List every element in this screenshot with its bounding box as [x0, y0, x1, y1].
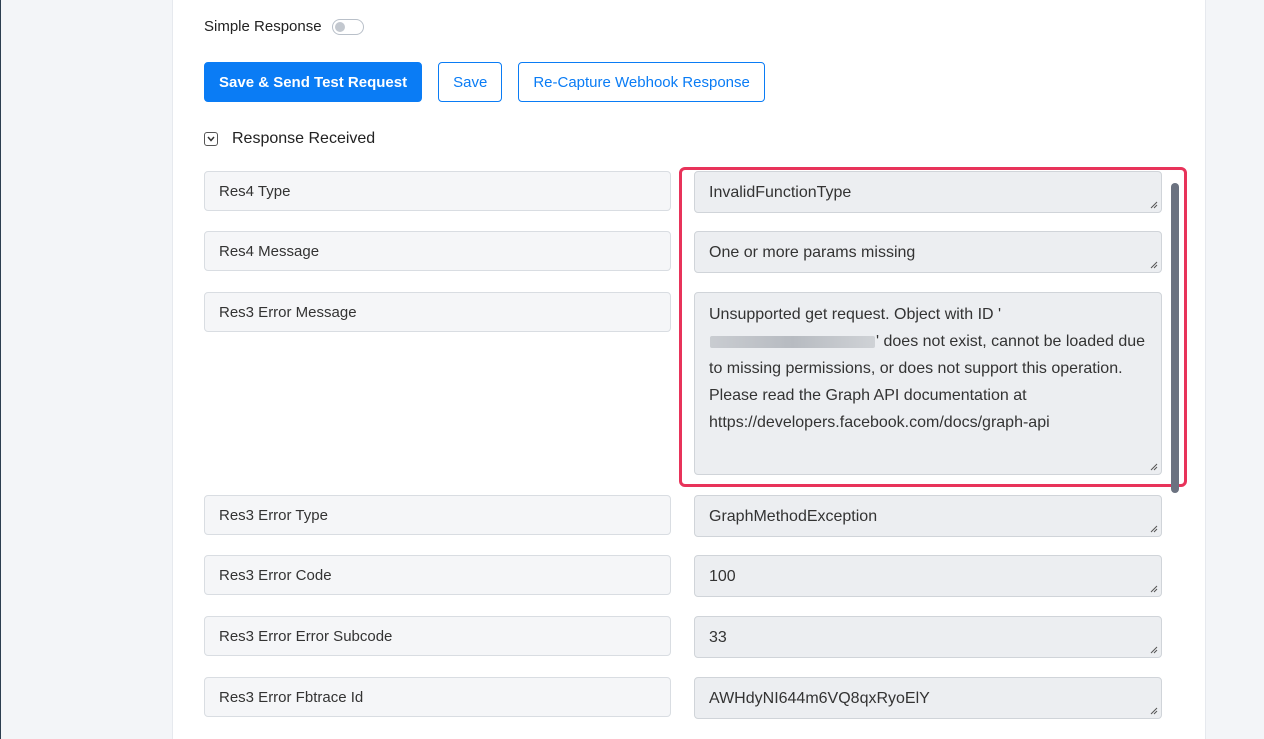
- simple-response-label: Simple Response: [204, 18, 322, 35]
- resize-grip-icon[interactable]: [1150, 707, 1158, 715]
- field-value-text: One or more params missing: [709, 244, 916, 261]
- chevron-down-icon[interactable]: [204, 132, 218, 146]
- resize-grip-icon[interactable]: [1150, 585, 1158, 593]
- window-edge: [0, 0, 1, 739]
- field-value-text: GraphMethodException: [709, 508, 878, 525]
- field-value[interactable]: InvalidFunctionType: [694, 171, 1162, 213]
- field-value-prefix: Unsupported get request. Object with ID …: [709, 306, 1002, 323]
- resize-grip-icon[interactable]: [1150, 463, 1158, 471]
- resize-grip-icon[interactable]: [1150, 525, 1158, 533]
- field-value-text: 100: [709, 568, 736, 585]
- field-value[interactable]: 33: [694, 616, 1162, 658]
- toggle-knob: [334, 21, 345, 32]
- save-button[interactable]: Save: [438, 62, 503, 102]
- action-buttons: Save & Send Test Request Save Re-Capture…: [204, 62, 765, 102]
- field-value-text: InvalidFunctionType: [709, 184, 852, 201]
- response-received-label: Response Received: [232, 130, 376, 147]
- scrollbar-thumb[interactable]: [1171, 183, 1179, 493]
- field-value[interactable]: 100: [694, 555, 1162, 597]
- field-value-text: 33: [709, 629, 727, 646]
- field-label: Res3 Error Fbtrace Id: [204, 677, 671, 717]
- field-value[interactable]: AWHdyNI644m6VQ8qxRyoElY: [694, 677, 1162, 719]
- field-label: Res3 Error Code: [204, 555, 671, 595]
- resize-grip-icon[interactable]: [1150, 646, 1158, 654]
- simple-response-toggle[interactable]: [331, 18, 364, 35]
- field-value-text: AWHdyNI644m6VQ8qxRyoElY: [709, 690, 930, 707]
- field-value[interactable]: Unsupported get request. Object with ID …: [694, 292, 1162, 475]
- field-label: Res3 Error Type: [204, 495, 671, 535]
- field-label: Res4 Type: [204, 171, 671, 211]
- resize-grip-icon[interactable]: [1150, 201, 1158, 209]
- redacted-id: [710, 335, 875, 348]
- response-received-header[interactable]: Response Received: [204, 130, 375, 148]
- save-send-test-button[interactable]: Save & Send Test Request: [204, 62, 423, 102]
- field-value[interactable]: One or more params missing: [694, 231, 1162, 273]
- recapture-webhook-button[interactable]: Re-Capture Webhook Response: [518, 62, 765, 102]
- field-value[interactable]: GraphMethodException: [694, 495, 1162, 537]
- resize-grip-icon[interactable]: [1150, 261, 1158, 269]
- field-label: Res3 Error Message: [204, 292, 671, 332]
- field-label: Res4 Message: [204, 231, 671, 271]
- simple-response-row: Simple Response: [204, 18, 364, 35]
- field-label: Res3 Error Error Subcode: [204, 616, 671, 656]
